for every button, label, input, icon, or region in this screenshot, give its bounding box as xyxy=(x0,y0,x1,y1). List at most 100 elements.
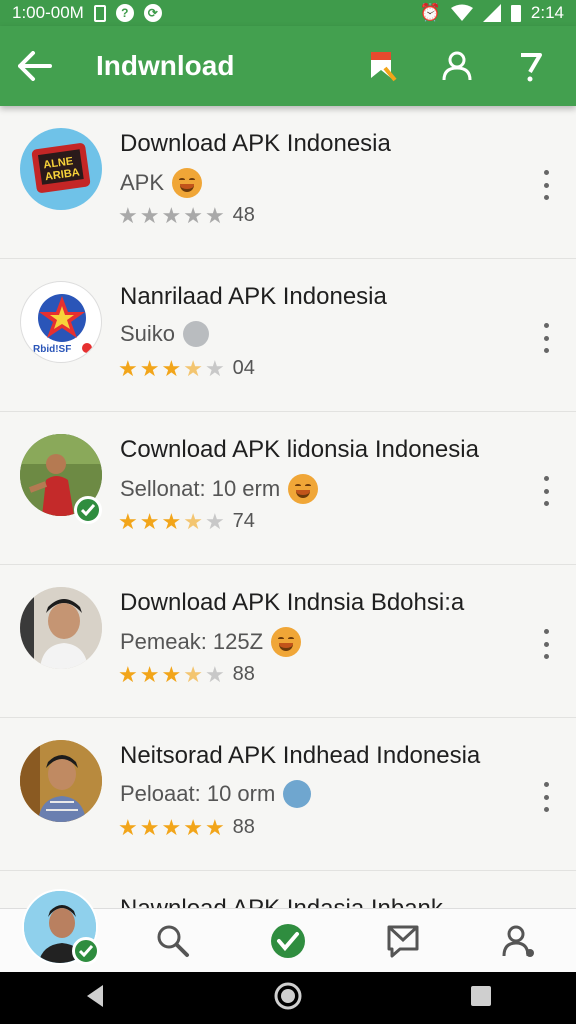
system-recents-button[interactable] xyxy=(469,984,493,1013)
item-subtitle: Suiko xyxy=(120,321,210,347)
list-item[interactable]: Rbid!SF Nanrilaad APK Indonesia Suiko ★ … xyxy=(0,259,576,412)
check-circle-icon xyxy=(270,923,305,958)
item-name: Download APK Indonesia xyxy=(120,130,391,157)
star-icon: ★ xyxy=(204,508,225,534)
more-options-button[interactable] xyxy=(536,476,556,506)
battery-icon xyxy=(510,4,521,22)
item-subtitle-text: Suiko xyxy=(120,321,176,346)
app-icon: ALNE ARIBA xyxy=(20,128,102,210)
triangle-back-icon xyxy=(87,984,103,1007)
star-icon: ★ xyxy=(183,661,203,687)
check-icon xyxy=(79,945,93,957)
item-rating: ★ ★ ★ ★ ★ 88 xyxy=(118,816,255,839)
rating-count: 88 xyxy=(232,663,255,685)
nav-search[interactable] xyxy=(138,909,208,973)
item-rating: ★ ★ ★ ★ ★ 74 xyxy=(118,510,255,533)
star-icon: ★ xyxy=(139,814,160,840)
message-icon xyxy=(387,925,419,957)
smile-emoji-icon xyxy=(271,627,302,657)
item-name: Nanrilaad APK Indonesia xyxy=(120,283,387,310)
help-icon xyxy=(521,53,542,82)
item-name: Nawnload APK Indasia Inbank xyxy=(120,895,443,908)
more-options-button[interactable] xyxy=(536,323,556,353)
app-icon: Rbid!SF xyxy=(20,281,102,363)
star-icon: ★ xyxy=(139,508,160,534)
item-subtitle: Sellonat: 10 erm xyxy=(120,474,319,504)
check-icon xyxy=(81,504,95,516)
list-item[interactable]: Neitsorad APK Indhead Indonesia Peloaat:… xyxy=(0,718,576,871)
item-rating: ★ ★ ★ ★ ★ 88 xyxy=(118,663,255,686)
star-icon: ★ xyxy=(183,814,203,840)
verified-badge xyxy=(72,937,100,965)
help-button[interactable] xyxy=(494,26,568,106)
alarm-icon: ⏰ xyxy=(419,3,441,22)
star-icon: ★ xyxy=(139,661,160,687)
star-icon: ★ xyxy=(183,508,203,534)
page-title: Indwnload xyxy=(96,50,235,81)
account-button[interactable] xyxy=(420,26,494,106)
star-icon: ★ xyxy=(161,355,182,381)
system-home-button[interactable] xyxy=(273,981,303,1016)
signal-icon xyxy=(482,4,501,22)
home-circle-icon xyxy=(274,982,302,1009)
notification-icon: ⟳ xyxy=(143,4,162,22)
account-icon xyxy=(442,51,472,81)
list-item[interactable]: Cownload APK lidonsia Indonesia Sellonat… xyxy=(0,412,576,565)
item-name: Neitsorad APK Indhead Indonesia xyxy=(120,742,481,769)
star-icon: ★ xyxy=(183,202,203,228)
system-navigation-bar xyxy=(0,972,576,1024)
star-icon: ★ xyxy=(204,355,225,381)
star-icon: ★ xyxy=(118,202,138,228)
item-name: Cownload APK lidonsia Indonesia xyxy=(120,436,479,463)
svg-text:Rbid!SF: Rbid!SF xyxy=(33,344,71,355)
item-subtitle: Peloaat: 10 orm xyxy=(120,780,312,808)
rating-count: 04 xyxy=(232,357,255,379)
status-bar: 1:00-00M ? ⟳ ⏰ 2:14 xyxy=(0,0,576,26)
star-icon: ★ xyxy=(204,814,225,840)
star-icon: ★ xyxy=(161,661,182,687)
rating-count: 74 xyxy=(232,510,255,532)
status-time-left: 1:00-00M xyxy=(12,3,84,22)
item-name: Download APK Indnsia Bdohsi:a xyxy=(120,589,465,616)
item-subtitle-text: Pemeak: 125Z xyxy=(120,629,264,654)
bottom-navigation xyxy=(0,889,576,973)
star-icon: ★ xyxy=(118,355,138,381)
list-item[interactable]: ALNE ARIBA Download APK Indonesia APK ★ … xyxy=(0,106,576,259)
bookmark-icon xyxy=(371,52,397,82)
bookmark-button[interactable] xyxy=(346,26,420,106)
star-icon: ★ xyxy=(183,355,203,381)
system-back-button[interactable] xyxy=(83,983,107,1014)
star-icon: ★ xyxy=(118,508,138,534)
star-icon: ★ xyxy=(139,202,160,228)
star-icon: ★ xyxy=(118,661,138,687)
notification-icon: ? xyxy=(115,4,134,22)
status-time-right: 2:14 xyxy=(530,3,564,22)
search-icon xyxy=(157,925,189,957)
app-bar: Indwnload xyxy=(0,26,576,106)
list-item[interactable]: Download APK Indnsia Bdohsi:a Pemeak: 12… xyxy=(0,565,576,718)
smile-emoji-icon xyxy=(288,474,319,504)
phone-icon xyxy=(93,4,106,22)
more-options-button[interactable] xyxy=(536,170,556,200)
star-icon: ★ xyxy=(204,661,225,687)
star-icon: ★ xyxy=(161,202,182,228)
item-subtitle: Pemeak: 125Z xyxy=(120,627,302,657)
nav-messages[interactable] xyxy=(368,909,438,973)
star-icon: ★ xyxy=(161,814,182,840)
more-options-button[interactable] xyxy=(536,782,556,812)
rating-count: 88 xyxy=(232,816,255,838)
nav-account[interactable] xyxy=(483,909,553,973)
back-button[interactable] xyxy=(0,26,70,106)
star-icon: ★ xyxy=(118,814,138,840)
star-icon: ★ xyxy=(204,202,225,228)
more-options-button[interactable] xyxy=(536,629,556,659)
verified-badge xyxy=(74,496,102,524)
neutral-emoji-icon xyxy=(183,321,210,347)
item-subtitle-text: Peloaat: 10 orm xyxy=(120,781,276,806)
smile-emoji-icon xyxy=(172,168,203,198)
square-recents-icon xyxy=(471,985,491,1006)
item-rating: ★ ★ ★ ★ ★ 48 xyxy=(118,204,255,227)
nav-downloads[interactable] xyxy=(253,909,323,973)
item-rating: ★ ★ ★ ★ ★ 04 xyxy=(118,357,255,380)
item-subtitle-text: APK xyxy=(120,170,165,195)
